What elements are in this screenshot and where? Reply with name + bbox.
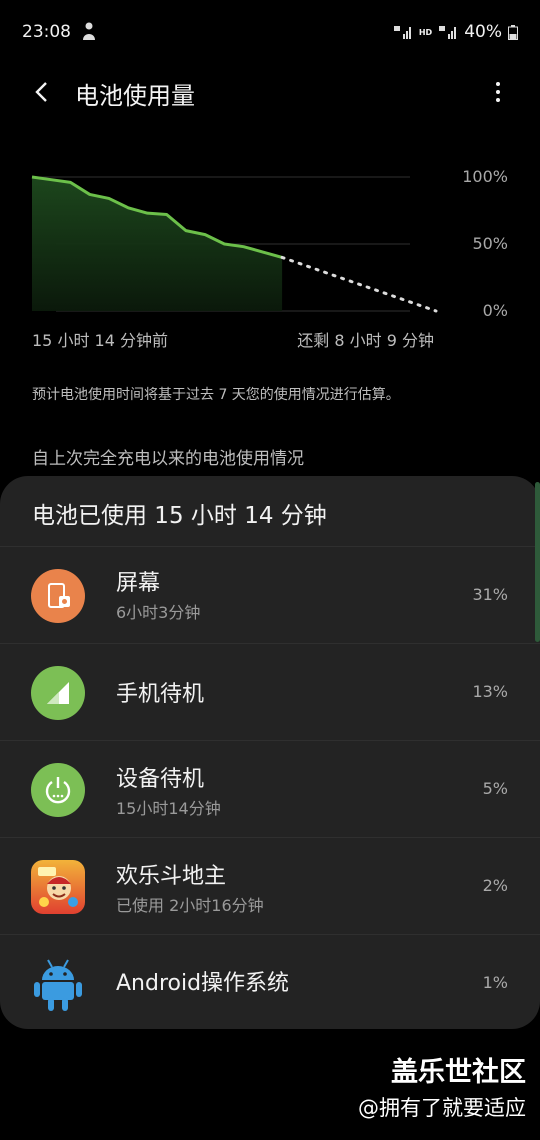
usage-row-percent: 1% [482,973,508,992]
usage-row-subtitle: 15小时14分钟 [116,799,221,818]
cell-signal-icon [31,666,85,720]
status-time: 23:08 [22,22,71,42]
x-tick-label: 15 小时 14 分钟前 [32,331,168,350]
x-tick-label: 还剩 8 小时 9 分钟 [297,331,434,350]
signal-4g-icon [393,26,411,39]
y-tick-label: 50% [472,234,508,253]
game-app-icon [31,860,85,914]
y-tick-label: 0% [482,301,508,320]
usage-row-percent: 31% [472,585,508,604]
usage-row-subtitle: 6小时3分钟 [116,603,201,622]
usage-row-doudizhu[interactable]: 欢乐斗地主 已使用 2小时16分钟 2% [0,837,540,934]
more-dot-icon [496,82,500,86]
hd-voice-label: HD [418,27,433,37]
more-dot-icon [496,98,500,102]
usage-row-phone-standby[interactable]: 手机待机 13% [0,643,540,740]
app-bar: 电池使用量 [0,64,540,120]
back-button[interactable] [26,76,58,108]
power-icon [31,763,85,817]
usage-row-name: 手机待机 [116,682,205,707]
estimate-note: 预计电池使用时间将基于过去 7 天您的使用情况进行估算。 [32,387,400,403]
usage-row-percent: 5% [482,779,508,798]
screen-icon [31,569,85,623]
page-title: 电池使用量 [75,82,195,110]
section-title: 自上次完全充电以来的电池使用情况 [32,449,304,469]
usage-row-name: Android操作系统 [116,971,290,996]
notification-person-icon [83,22,95,40]
usage-row-android-os[interactable]: Android操作系统 1% [0,934,540,1031]
scroll-indicator[interactable] [535,482,540,642]
status-bar: 23:08 HD 40% [0,0,540,64]
usage-row-percent: 2% [482,876,508,895]
battery-percent: 40% [464,22,502,42]
usage-row-name: 屏幕 [116,571,161,596]
chart-projection-line [280,255,438,313]
battery-icon [508,24,518,40]
back-arrow-icon [35,82,47,102]
android-icon [31,957,85,1011]
usage-row-percent: 13% [472,682,508,701]
battery-chart-plot [31,175,438,313]
signal-4g-secondary-icon [439,26,457,39]
y-tick-label: 100% [462,167,508,186]
usage-row-device-standby[interactable]: 设备待机 15小时14分钟 5% [0,740,540,837]
more-dot-icon [496,90,500,94]
watermark-user: @拥有了就要适应 [358,1096,526,1120]
battery-chart: 100% 50% 0% 15 小时 14 分钟前 还剩 8 小时 9 分钟 [0,155,540,355]
watermark-title: 盖乐世社区 [391,1057,526,1088]
usage-row-subtitle: 已使用 2小时16分钟 [116,896,264,915]
more-options-button[interactable] [486,76,510,108]
usage-row-name: 设备待机 [116,767,205,792]
usage-row-name: 欢乐斗地主 [116,864,227,889]
usage-card-header: 电池已使用 15 小时 14 分钟 [32,503,327,529]
status-indicators: HD 40% [393,22,518,42]
usage-row-screen[interactable]: 屏幕 6小时3分钟 31% [0,546,540,643]
usage-card: 电池已使用 15 小时 14 分钟 屏幕 6小时3分钟 31% 手机待机 13%… [0,476,540,1029]
